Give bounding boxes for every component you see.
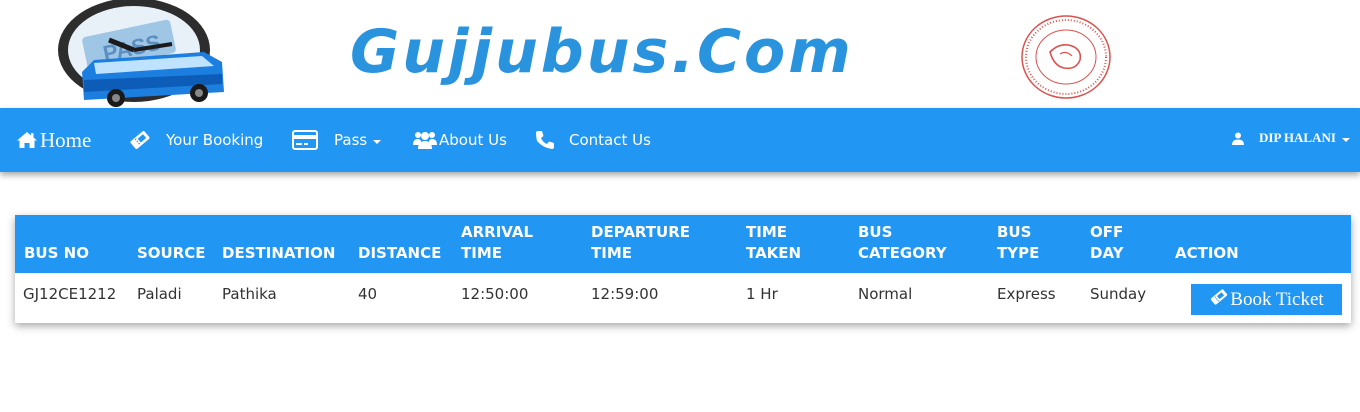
cell-distance: 40 — [358, 285, 378, 303]
cell-bus-category: Normal — [858, 285, 913, 303]
column-header-destination: DESTINATION — [222, 244, 336, 262]
column-header-arrival-time: ARRIVAL TIME — [461, 223, 534, 262]
bus-logo: PASS — [58, 0, 224, 107]
column-header-departure-time: DEPARTURE TIME — [591, 223, 691, 262]
cell-destination: Pathika — [222, 285, 277, 303]
nav-about-label: About Us — [439, 131, 507, 149]
credit-card-icon — [292, 130, 318, 150]
column-header-bus-no: BUS NO — [24, 244, 89, 262]
brand-title: Gujjubus.Com — [350, 17, 854, 87]
column-header-bus-category: BUS CATEGORY — [858, 223, 947, 262]
column-header-bus-type: BUS TYPE — [997, 223, 1040, 262]
chevron-down-icon — [1341, 137, 1350, 142]
column-header-off-day: OFF DAY — [1090, 223, 1124, 262]
ticket-icon — [128, 129, 152, 151]
phone-icon — [535, 130, 555, 150]
nav-pass-dropdown[interactable]: Pass — [292, 108, 382, 172]
column-header-time-taken: TIME TAKEN — [746, 223, 802, 262]
nav-about-us[interactable]: About Us — [413, 108, 507, 172]
cell-source: Paladi — [137, 285, 182, 303]
site-header: PASS Gujjubus.Com — [0, 0, 1360, 108]
main-navbar: Home Your Booking Pass About Us Contact … — [0, 108, 1360, 172]
cell-bus-no: GJ12CE1212 — [23, 285, 117, 303]
nav-contact-label: Contact Us — [569, 131, 651, 149]
cell-bus-type: Express — [997, 285, 1056, 303]
book-ticket-label: Book Ticket — [1230, 288, 1324, 310]
nav-pass-label: Pass — [334, 131, 368, 149]
cell-departure-time: 12:59:00 — [591, 285, 659, 303]
cell-time-taken: 1 Hr — [746, 285, 778, 303]
nav-home-label: Home — [40, 127, 92, 152]
nav-contact-us[interactable]: Contact Us — [535, 108, 651, 172]
book-ticket-button[interactable]: Book Ticket — [1191, 284, 1342, 315]
column-header-source: SOURCE — [137, 244, 206, 262]
nav-booking-label: Your Booking — [166, 131, 264, 149]
nav-user-dropdown[interactable]: DIP HALANI — [1232, 106, 1350, 170]
nav-user-label: DIP HALANI — [1259, 130, 1336, 145]
nav-your-booking[interactable]: Your Booking — [128, 108, 263, 172]
user-icon — [1232, 132, 1244, 145]
users-icon — [413, 130, 437, 150]
nav-home[interactable]: Home — [16, 108, 91, 172]
ticket-icon — [1209, 288, 1229, 312]
column-header-distance: DISTANCE — [358, 244, 442, 262]
column-header-action: ACTION — [1175, 244, 1239, 262]
table-header: BUS NO SOURCE DESTINATION DISTANCE ARRIV… — [15, 215, 1351, 273]
cell-arrival-time: 12:50:00 — [461, 285, 529, 303]
bus-results-table: BUS NO SOURCE DESTINATION DISTANCE ARRIV… — [15, 215, 1351, 323]
gsrtc-emblem — [1021, 15, 1111, 99]
chevron-down-icon — [373, 139, 382, 144]
cell-off-day: Sunday — [1090, 285, 1147, 303]
home-icon — [16, 131, 38, 149]
